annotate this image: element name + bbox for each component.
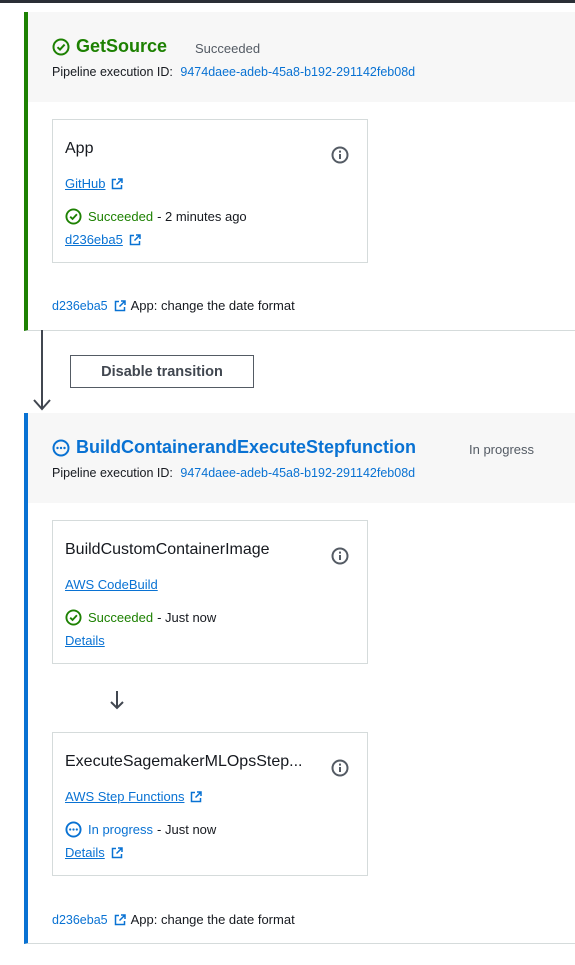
status-time: - Just now bbox=[157, 822, 217, 837]
pipeline-execution-line: Pipeline execution ID: 9474daee-adeb-45a… bbox=[52, 65, 415, 79]
provider-label: AWS CodeBuild bbox=[65, 577, 158, 592]
revision-link[interactable]: d236eba5 bbox=[52, 299, 108, 313]
details-label: Details bbox=[65, 845, 105, 860]
source-revision: d236eba5 App: change the date format bbox=[52, 912, 295, 927]
arrow-down-icon bbox=[108, 690, 126, 715]
execution-id-label: Pipeline execution ID: bbox=[52, 65, 173, 79]
stage-header: GetSource Succeeded Pipeline execution I… bbox=[28, 12, 575, 102]
external-link-icon[interactable] bbox=[114, 299, 126, 312]
stage-body: App GitHub Succeeded - 2 minutes ago d23… bbox=[28, 102, 575, 330]
stage-title-text: GetSource bbox=[76, 36, 168, 56]
details-label: Details bbox=[65, 633, 105, 648]
commit-id-label: d236eba5 bbox=[65, 232, 123, 247]
revision-message: App: change the date format bbox=[130, 298, 295, 313]
external-link-icon bbox=[129, 233, 141, 246]
provider-link[interactable]: AWS CodeBuild bbox=[65, 577, 158, 592]
action-card-build-image: BuildCustomContainerImage AWS CodeBuild … bbox=[52, 520, 368, 664]
status-text: Succeeded bbox=[88, 209, 154, 224]
status-time: - Just now bbox=[157, 610, 217, 625]
external-link-icon bbox=[111, 177, 124, 190]
stage-header: BuildContainerandExecuteStepfunction In … bbox=[28, 413, 575, 503]
action-card-step-functions: ExecuteSagemakerMLOpsStep... AWS Step Fu… bbox=[52, 732, 368, 876]
revision-message: App: change the date format bbox=[130, 912, 295, 927]
pipeline-execution-line: Pipeline execution ID: 9474daee-adeb-45a… bbox=[52, 466, 415, 480]
check-circle-icon bbox=[52, 38, 70, 56]
stage-title-text: BuildContainerandExecuteStepfunction bbox=[76, 437, 417, 457]
check-circle-icon bbox=[65, 208, 82, 225]
external-link-icon bbox=[190, 790, 203, 803]
arrow-down-icon bbox=[33, 330, 51, 417]
action-status: Succeeded - 2 minutes ago bbox=[65, 208, 247, 225]
provider-link[interactable]: AWS Step Functions bbox=[65, 789, 203, 804]
info-circle-icon[interactable] bbox=[331, 146, 349, 164]
status-text: Succeeded bbox=[88, 610, 154, 625]
source-revision: d236eba5 App: change the date format bbox=[52, 298, 295, 313]
action-title: BuildCustomContainerImage bbox=[65, 541, 270, 558]
stage-build-container: BuildContainerandExecuteStepfunction In … bbox=[24, 413, 575, 944]
provider-label: GitHub bbox=[65, 176, 106, 191]
commit-id-link[interactable]: d236eba5 bbox=[65, 232, 141, 247]
details-link[interactable]: Details bbox=[65, 845, 123, 860]
ellipsis-circle-icon bbox=[65, 821, 82, 838]
action-status: Succeeded - Just now bbox=[65, 609, 216, 626]
info-circle-icon[interactable] bbox=[331, 547, 349, 565]
action-card-app: App GitHub Succeeded - 2 minutes ago d23… bbox=[52, 119, 368, 263]
execution-id-label: Pipeline execution ID: bbox=[52, 466, 173, 480]
ellipsis-circle-icon bbox=[52, 439, 70, 457]
details-link[interactable]: Details bbox=[65, 633, 105, 648]
stage-getsource: GetSource Succeeded Pipeline execution I… bbox=[24, 12, 575, 331]
top-bar bbox=[0, 0, 575, 3]
provider-link[interactable]: GitHub bbox=[65, 176, 124, 191]
stage-title: BuildContainerandExecuteStepfunction bbox=[52, 437, 416, 458]
execution-id-link[interactable]: 9474daee-adeb-45a8-b192-291142feb08d bbox=[180, 65, 415, 79]
disable-transition-button[interactable]: Disable transition bbox=[70, 355, 254, 388]
action-title: ExecuteSagemakerMLOpsStep... bbox=[65, 753, 303, 770]
stage-status: In progress bbox=[469, 442, 535, 457]
status-time: - 2 minutes ago bbox=[157, 209, 247, 224]
execution-id-link[interactable]: 9474daee-adeb-45a8-b192-291142feb08d bbox=[180, 466, 415, 480]
check-circle-icon bbox=[65, 609, 82, 626]
external-link-icon[interactable] bbox=[114, 913, 126, 926]
stage-status: Succeeded bbox=[195, 41, 261, 56]
external-link-icon bbox=[111, 846, 123, 859]
revision-link[interactable]: d236eba5 bbox=[52, 913, 108, 927]
action-title: App bbox=[65, 140, 94, 157]
status-text: In progress bbox=[88, 822, 154, 837]
stage-title: GetSource bbox=[52, 36, 167, 57]
provider-label: AWS Step Functions bbox=[65, 789, 185, 804]
action-status: In progress - Just now bbox=[65, 821, 216, 838]
info-circle-icon[interactable] bbox=[331, 759, 349, 777]
stage-body: BuildCustomContainerImage AWS CodeBuild … bbox=[28, 503, 575, 943]
